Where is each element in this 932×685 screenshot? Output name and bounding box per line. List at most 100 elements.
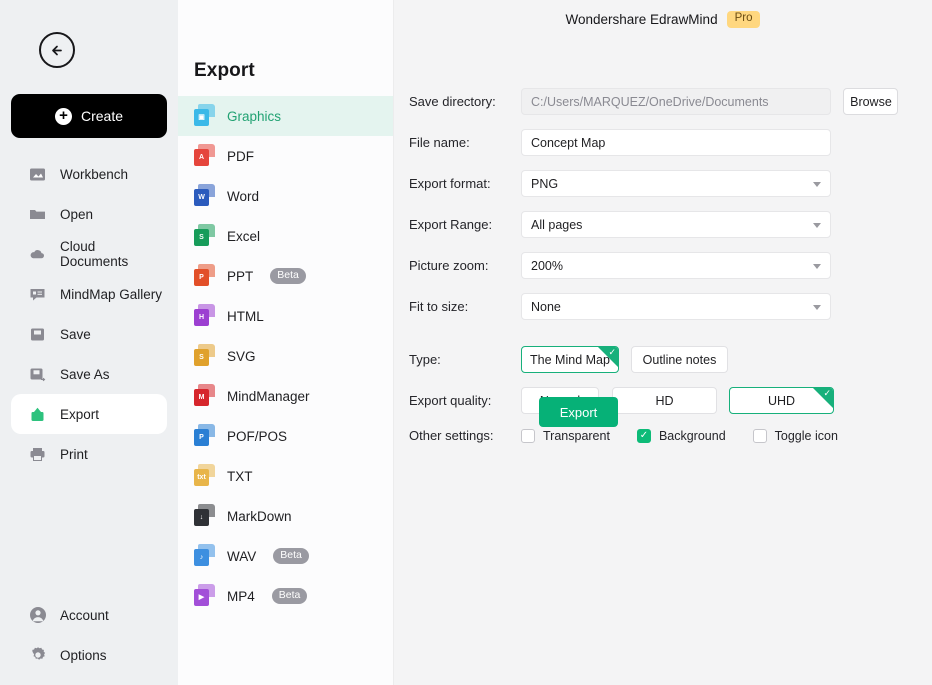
beta-badge: Beta bbox=[271, 588, 308, 604]
fit-to-size-value: None bbox=[531, 299, 561, 314]
chevron-down-icon bbox=[813, 263, 821, 269]
chevron-down-icon bbox=[813, 222, 821, 228]
sidebar-item-save-as[interactable]: Save As bbox=[11, 354, 167, 394]
type-option-outline-notes[interactable]: Outline notes bbox=[631, 346, 728, 373]
formats-panel: Export ▣ Graphics A PDF W Word S Excel P PPT Beta H… bbox=[178, 0, 394, 685]
quality-option-hd[interactable]: HD bbox=[612, 387, 717, 414]
gallery-icon bbox=[28, 285, 47, 304]
sidebar-label: Print bbox=[60, 446, 88, 462]
gear-icon bbox=[28, 646, 47, 665]
format-label: PPT bbox=[227, 268, 254, 284]
checkbox-toggle-icon[interactable]: Toggle icon bbox=[752, 428, 838, 443]
checkbox-background[interactable]: ✓ Background bbox=[636, 428, 726, 443]
save-directory-row: Save directory: Browse bbox=[409, 88, 932, 115]
account-icon bbox=[28, 606, 47, 625]
picture-zoom-row: Picture zoom: 200% bbox=[409, 252, 932, 279]
picture-zoom-value: 200% bbox=[531, 258, 563, 273]
sidebar-item-save[interactable]: Save bbox=[11, 314, 167, 354]
export-format-row: Export format: PNG bbox=[409, 170, 932, 197]
quality-option-label: HD bbox=[655, 393, 674, 408]
sidebar-label: Options bbox=[60, 647, 107, 663]
type-label: Type: bbox=[409, 352, 441, 367]
other-settings-row: Other settings: Transparent ✓ Background… bbox=[409, 428, 932, 443]
format-label: PDF bbox=[227, 148, 254, 164]
file-type-icon: P bbox=[194, 423, 215, 449]
format-label: POF/POS bbox=[227, 428, 288, 444]
save-directory-label: Save directory: bbox=[409, 94, 496, 109]
check-icon: ✓ bbox=[823, 388, 831, 398]
file-type-icon: ▶ bbox=[194, 583, 215, 609]
sidebar-label: Export bbox=[60, 406, 100, 422]
format-item-markdown[interactable]: ↓ MarkDown bbox=[178, 496, 393, 536]
quality-option-uhd[interactable]: UHD ✓ bbox=[729, 387, 834, 414]
sidebar-label: Open bbox=[60, 206, 94, 222]
format-item-mp4[interactable]: ▶ MP4 Beta bbox=[178, 576, 393, 616]
export-screen: + Create Workbench Open Cloud Documents … bbox=[0, 0, 932, 685]
file-name-input[interactable] bbox=[521, 129, 831, 156]
app-title-bar: Wondershare EdrawMind Pro bbox=[394, 11, 932, 28]
workbench-icon bbox=[28, 165, 47, 184]
back-button[interactable] bbox=[39, 32, 75, 68]
file-type-icon: S bbox=[194, 223, 215, 249]
sidebar-item-open[interactable]: Open bbox=[11, 194, 167, 234]
picture-zoom-select[interactable]: 200% bbox=[521, 252, 831, 279]
fit-to-size-row: Fit to size: None bbox=[409, 293, 932, 320]
format-label: Excel bbox=[227, 228, 261, 244]
sidebar-item-mindmap-gallery[interactable]: MindMap Gallery bbox=[11, 274, 167, 314]
cloud-icon bbox=[28, 245, 47, 264]
file-type-icon: ↓ bbox=[194, 503, 215, 529]
checkbox-box bbox=[752, 428, 767, 443]
settings-panel: Wondershare EdrawMind Pro Save directory… bbox=[394, 0, 932, 685]
file-name-row: File name: bbox=[409, 129, 932, 156]
file-type-icon: H bbox=[194, 303, 215, 329]
format-item-txt[interactable]: txt TXT bbox=[178, 456, 393, 496]
chevron-down-icon bbox=[813, 181, 821, 187]
format-list: ▣ Graphics A PDF W Word S Excel P PPT Beta H HTML S SV… bbox=[178, 96, 393, 616]
create-button[interactable]: + Create bbox=[11, 94, 167, 138]
export-range-label: Export Range: bbox=[409, 217, 493, 232]
save-as-icon bbox=[28, 365, 47, 384]
back-arrow-icon bbox=[51, 45, 62, 55]
sidebar-label: Cloud Documents bbox=[60, 239, 129, 269]
format-item-pof-pos[interactable]: P POF/POS bbox=[178, 416, 393, 456]
format-label: MarkDown bbox=[227, 508, 292, 524]
format-item-html[interactable]: H HTML bbox=[178, 296, 393, 336]
format-label: SVG bbox=[227, 348, 256, 364]
format-label: MindManager bbox=[227, 388, 310, 404]
export-range-select[interactable]: All pages bbox=[521, 211, 831, 238]
format-label: WAV bbox=[227, 548, 257, 564]
format-item-ppt[interactable]: P PPT Beta bbox=[178, 256, 393, 296]
sidebar-nav: Workbench Open Cloud Documents MindMap G… bbox=[0, 154, 178, 474]
format-item-wav[interactable]: ♪ WAV Beta bbox=[178, 536, 393, 576]
checkbox-transparent[interactable]: Transparent bbox=[521, 428, 610, 443]
format-item-excel[interactable]: S Excel bbox=[178, 216, 393, 256]
save-directory-input[interactable] bbox=[521, 88, 831, 115]
format-item-pdf[interactable]: A PDF bbox=[178, 136, 393, 176]
checkbox-box bbox=[521, 428, 535, 443]
file-type-icon: S bbox=[194, 343, 215, 369]
format-item-svg[interactable]: S SVG bbox=[178, 336, 393, 376]
chevron-down-icon bbox=[813, 304, 821, 310]
fit-to-size-label: Fit to size: bbox=[409, 299, 469, 314]
format-item-mindmanager[interactable]: M MindManager bbox=[178, 376, 393, 416]
sidebar-item-options[interactable]: Options bbox=[11, 635, 167, 675]
export-format-select[interactable]: PNG bbox=[521, 170, 831, 197]
format-item-word[interactable]: W Word bbox=[178, 176, 393, 216]
type-row: Type: The Mind Map ✓ Outline notes bbox=[409, 346, 932, 373]
file-type-icon: ♪ bbox=[194, 543, 215, 569]
checkbox-label: Background bbox=[658, 428, 726, 443]
format-item-graphics[interactable]: ▣ Graphics bbox=[178, 96, 393, 136]
fit-to-size-select[interactable]: None bbox=[521, 293, 831, 320]
save-icon bbox=[28, 325, 47, 344]
export-button[interactable]: Export bbox=[539, 397, 618, 427]
sidebar-label: Save bbox=[60, 326, 91, 342]
file-type-icon: txt bbox=[194, 463, 215, 489]
format-label: HTML bbox=[227, 308, 264, 324]
sidebar-item-cloud-documents[interactable]: Cloud Documents bbox=[11, 234, 167, 274]
sidebar-item-account[interactable]: Account bbox=[11, 595, 167, 635]
browse-button[interactable]: Browse bbox=[843, 88, 899, 115]
type-option-mind-map[interactable]: The Mind Map ✓ bbox=[521, 346, 619, 373]
sidebar-item-export[interactable]: Export bbox=[11, 394, 167, 434]
sidebar-item-workbench[interactable]: Workbench bbox=[11, 154, 167, 194]
sidebar-item-print[interactable]: Print bbox=[11, 434, 167, 474]
